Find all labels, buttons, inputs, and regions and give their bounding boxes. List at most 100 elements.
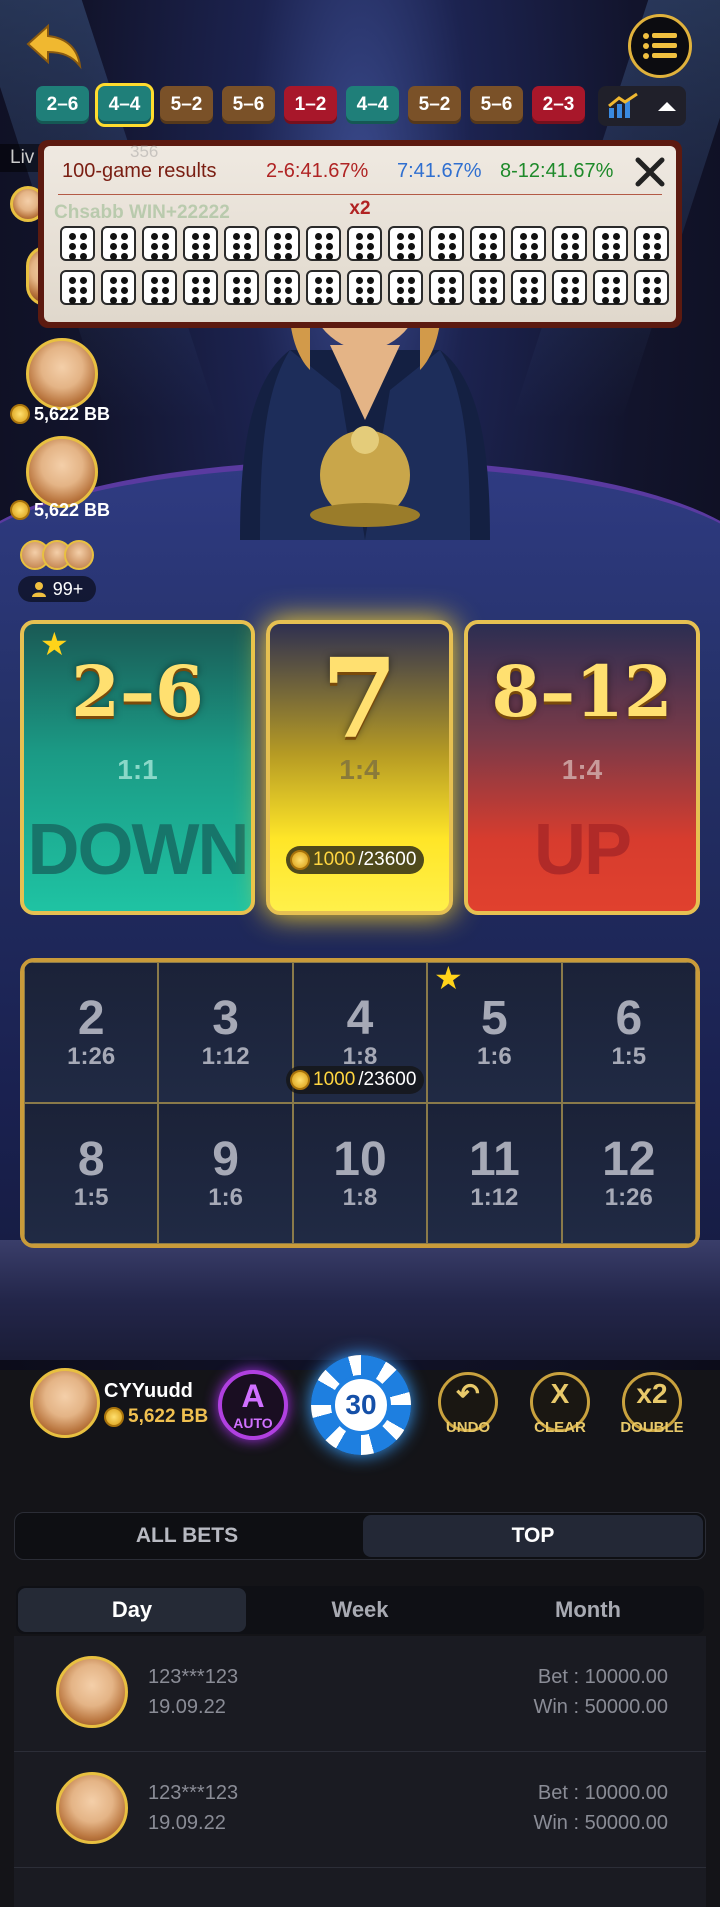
period-tabs: Day Week Month <box>16 1586 704 1634</box>
history-result-chip[interactable]: 4–4 <box>95 83 154 127</box>
number-bet-cell[interactable]: 11 1:12 <box>427 1103 562 1244</box>
number-bet-odds: 1:5 <box>611 1042 647 1070</box>
tab-all-bets[interactable]: ALL BETS <box>17 1515 357 1557</box>
crowd-avatars[interactable] <box>20 540 94 570</box>
result-history: 2–6 4–4 5–2 5–6 1–2 4–4 5–2 5–6 2–3 <box>36 83 585 127</box>
clear-label: CLEAR <box>534 1419 586 1436</box>
number-bet-value: 11 <box>469 1132 520 1186</box>
number-bet-cell[interactable]: 8 1:5 <box>24 1103 159 1244</box>
bet-seven-card[interactable]: 7 1:4 1000/23600 <box>266 620 453 915</box>
die-icon <box>224 270 259 305</box>
die-icon <box>429 226 464 261</box>
bet-up-range: 8–12 <box>491 650 673 733</box>
stat-down: 2-6:41.67% <box>266 160 369 182</box>
avatar <box>56 1772 128 1844</box>
number-bet-cell[interactable]: 9 1:6 <box>158 1103 293 1244</box>
history-result-chip[interactable]: 5–2 <box>408 86 461 124</box>
tab-week[interactable]: Week <box>246 1588 474 1632</box>
die-icon <box>347 270 382 305</box>
auto-button[interactable]: A AUTO <box>218 1370 288 1440</box>
number-bet-total: /23600 <box>358 1069 417 1090</box>
history-result-chip[interactable]: 5–6 <box>222 86 275 124</box>
bet-up-card[interactable]: 8–12 1:4 UP <box>464 620 700 915</box>
person-icon <box>31 582 46 597</box>
die-icon <box>101 226 136 261</box>
die-icon <box>552 226 587 261</box>
player-avatar[interactable] <box>26 338 98 410</box>
clear-icon: X <box>550 1378 570 1409</box>
die-icon <box>224 226 259 261</box>
number-bet-cell[interactable]: 2 1:26 <box>24 962 159 1103</box>
number-bet-cell[interactable]: 12 1:26 <box>561 1103 696 1244</box>
star-icon: ★ <box>434 960 463 996</box>
die-icon <box>142 226 177 261</box>
results-popup: Chsabb WIN+22222 356 100-game results 2-… <box>38 140 682 328</box>
list-menu-icon <box>643 33 677 59</box>
number-bet-cell[interactable]: 6 1:5 <box>561 962 696 1103</box>
die-icon <box>429 270 464 305</box>
bet-down-odds: 1:1 <box>117 754 158 785</box>
die-icon <box>388 270 423 305</box>
bet-seven-total: /23600 <box>358 849 417 870</box>
clear-button[interactable]: X CLEAR <box>530 1372 590 1436</box>
menu-button[interactable] <box>628 14 692 78</box>
die-icon <box>470 270 505 305</box>
number-bet-value: 8 <box>77 1132 105 1186</box>
my-name: CYYuudd <box>104 1380 193 1402</box>
bet-down-card[interactable]: 2–6 1:1 DOWN <box>20 620 255 915</box>
double-button[interactable]: x2 DOUBLE <box>620 1372 684 1436</box>
bet-seven-range: 7 <box>321 634 398 763</box>
bets-tabs: ALL BETS TOP <box>14 1512 706 1560</box>
my-balance: 5,622 BB <box>104 1406 208 1428</box>
player-balance-value: 5,622 BB <box>34 403 111 424</box>
number-bet-value: 2 <box>77 991 105 1045</box>
crowd-count[interactable]: 99+ <box>18 576 96 602</box>
chevron-up-icon <box>657 102 676 111</box>
undo-button[interactable]: ↶ UNDO <box>438 1372 498 1436</box>
tab-top[interactable]: TOP <box>363 1515 703 1557</box>
number-bet-odds: 1:6 <box>208 1183 243 1211</box>
number-bet-value: 4 <box>346 991 374 1045</box>
die-icon <box>306 270 341 305</box>
die-icon <box>634 270 669 305</box>
history-result-chip[interactable]: 5–2 <box>160 86 213 124</box>
number-bet-cell[interactable]: 3 1:12 <box>158 962 293 1103</box>
history-result-chip[interactable]: 2–6 <box>36 86 89 124</box>
coin-icon <box>290 850 310 870</box>
leader-date: 19.09.22 <box>148 1696 226 1718</box>
number-bet-odds: 1:26 <box>67 1042 116 1070</box>
undo-icon: ↶ <box>456 1378 480 1409</box>
chip-selector[interactable]: 30 <box>311 1355 411 1455</box>
tab-day[interactable]: Day <box>18 1588 246 1632</box>
number-bet-odds: 1:12 <box>201 1042 250 1070</box>
tab-month[interactable]: Month <box>474 1588 702 1632</box>
history-result-chip[interactable]: 2–3 <box>532 86 585 124</box>
die-icon <box>183 226 218 261</box>
die-icon <box>470 226 505 261</box>
my-avatar[interactable] <box>30 1368 100 1438</box>
die-icon <box>265 226 300 261</box>
leader-bet: Bet : 10000.00 <box>537 1666 668 1688</box>
list-item[interactable]: 123***123 19.09.22 Bet : 10000.00 Win : … <box>14 1636 706 1752</box>
back-arrow-icon[interactable] <box>22 20 84 72</box>
close-icon[interactable] <box>632 154 668 190</box>
stat-seven: 7:41.67% <box>397 160 482 182</box>
history-result-chip[interactable]: 4–4 <box>346 86 399 124</box>
number-bet-value: 10 <box>333 1132 387 1186</box>
history-result-chip[interactable]: 5–6 <box>470 86 523 124</box>
number-bet-grid: 2 1:26 3 1:12 4 1:8 5 1:6 6 1:5 8 1:5 9 1:6 10 1:8 11 1:1… <box>20 958 700 1248</box>
list-item[interactable]: 123***123 19.09.22 Bet : 10000.00 Win : … <box>14 1752 706 1868</box>
number-bet-odds: 1:8 <box>342 1183 378 1211</box>
trend-chart-icon <box>607 92 638 118</box>
leader-win: Win : 50000.00 <box>533 1812 668 1834</box>
popup-title: 100-game results <box>62 160 217 182</box>
stat-up: 8-12:41.67% <box>500 160 614 182</box>
bet-down-range: 2–6 <box>71 650 204 733</box>
table-rail <box>0 1240 720 1360</box>
bet-seven-odds: 1:4 <box>339 754 380 785</box>
history-result-chip[interactable]: 1–2 <box>284 86 337 124</box>
trend-toggle[interactable] <box>598 86 686 126</box>
dice-row <box>60 270 669 305</box>
number-bet-odds: 1:5 <box>73 1183 109 1211</box>
number-bet-cell[interactable]: 10 1:8 <box>292 1103 428 1244</box>
